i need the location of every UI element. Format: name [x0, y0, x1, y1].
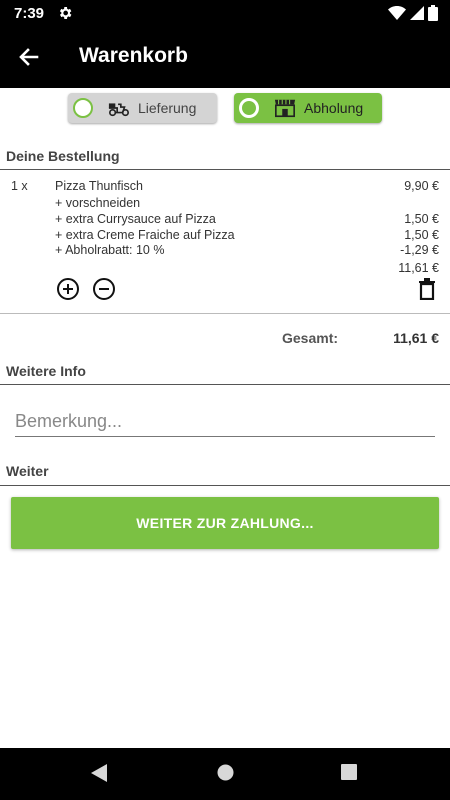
info-section-title: Weitere Info: [6, 363, 86, 379]
item-extra: + extra Currysauce auf Pizza: [55, 212, 216, 226]
item-subtotal: 11,61 €: [398, 261, 439, 275]
signal-icon: [410, 6, 424, 20]
nav-recents-icon[interactable]: [341, 764, 357, 780]
scooter-icon: [108, 103, 129, 117]
back-button[interactable]: [14, 42, 44, 72]
item-extra-price: -1,29 €: [400, 243, 439, 257]
status-bar: 7:39: [0, 0, 450, 26]
page-title: Warenkorb: [79, 44, 188, 67]
status-time: 7:39: [14, 5, 45, 22]
store-icon: [274, 99, 296, 118]
item-quantity: 1 x: [11, 179, 28, 193]
delete-icon[interactable]: [417, 278, 437, 300]
pickup-option-button[interactable]: Abholung: [234, 93, 382, 123]
next-section-title: Weiter: [6, 463, 49, 479]
item-price: 9,90 €: [404, 179, 439, 193]
settings-gear-icon: [59, 7, 72, 19]
nav-back-icon[interactable]: [91, 764, 107, 782]
total-divider: [0, 313, 450, 314]
next-divider: [0, 485, 450, 486]
info-divider: [0, 384, 450, 385]
item-extra-price: 1,50 €: [404, 228, 439, 242]
delivery-option-button[interactable]: Lieferung: [68, 93, 217, 123]
status-icons: [388, 5, 438, 21]
delivery-label: Lieferung: [138, 100, 197, 116]
remark-input[interactable]: [15, 407, 435, 437]
total-label: Gesamt:: [282, 330, 339, 346]
item-name: Pizza Thunfisch: [55, 179, 144, 193]
delivery-radio[interactable]: [73, 98, 93, 118]
item-extra: + vorschneiden: [55, 196, 141, 210]
decrease-quantity-button[interactable]: [93, 278, 115, 300]
order-divider: [0, 169, 450, 170]
continue-to-payment-button[interactable]: WEITER ZUR ZAHLUNG...: [11, 497, 439, 549]
wifi-icon: [388, 6, 406, 20]
nav-home-icon[interactable]: [217, 764, 234, 781]
item-extra: + Abholrabatt: 10 %: [55, 243, 165, 257]
item-extra: + extra Creme Fraiche auf Pizza: [55, 228, 235, 242]
app-bar: Warenkorb: [0, 26, 450, 88]
arrow-back-icon: [19, 48, 39, 66]
pickup-radio[interactable]: [239, 98, 259, 118]
order-section-title: Deine Bestellung: [6, 148, 120, 164]
item-extra-price: 1,50 €: [404, 212, 439, 226]
pickup-label: Abholung: [304, 100, 364, 116]
total-value: 11,61 €: [393, 330, 439, 346]
increase-quantity-button[interactable]: [57, 278, 79, 300]
battery-icon: [428, 5, 438, 21]
navigation-bar: [0, 748, 450, 800]
